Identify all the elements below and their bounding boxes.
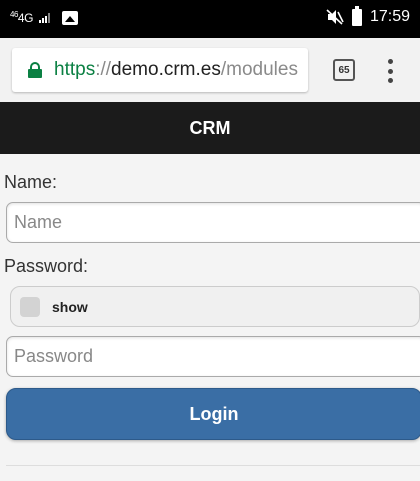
name-label: Name: <box>4 172 58 192</box>
show-password-toggle[interactable]: show <box>10 286 420 327</box>
show-label: show <box>52 298 88 315</box>
login-label: Login <box>189 403 239 424</box>
show-password-checkbox[interactable] <box>20 296 40 317</box>
url-text[interactable]: https://demo.crm.es/modules <box>54 59 298 81</box>
network-sup: 46 <box>10 10 18 19</box>
screen: 464G 17:59 https://demo.crm.es/modules 6… <box>0 0 420 481</box>
divider <box>6 465 420 466</box>
login-button[interactable]: Login <box>6 388 420 440</box>
status-time: 17:59 <box>369 8 410 25</box>
name-input[interactable] <box>6 202 420 243</box>
tab-count: 65 <box>338 64 350 76</box>
app-header: CRM <box>0 102 420 154</box>
url-separator: :// <box>95 59 112 80</box>
network-type: 464G <box>10 10 33 25</box>
password-input[interactable] <box>6 336 420 377</box>
status-left: 464G <box>10 10 78 25</box>
signal-icon <box>38 12 50 23</box>
gallery-notification-icon <box>61 10 78 25</box>
url-scheme: https <box>54 59 96 80</box>
browser-toolbar: https://demo.crm.es/modules 65 <box>0 38 420 102</box>
address-bar[interactable]: https://demo.crm.es/modules <box>12 48 308 92</box>
battery-icon <box>351 5 362 26</box>
network-label: 4G <box>17 11 34 25</box>
url-path: /modules <box>220 59 298 80</box>
status-bar: 464G 17:59 <box>0 0 420 38</box>
url-host: demo.crm.es <box>111 59 221 80</box>
lock-icon[interactable] <box>28 62 42 78</box>
status-right: 17:59 <box>326 5 410 26</box>
more-menu-icon[interactable] <box>385 59 395 83</box>
password-label: Password: <box>4 256 89 276</box>
login-form: Name: Password: show Login <box>0 154 420 481</box>
tabs-icon[interactable]: 65 <box>333 59 355 81</box>
page-title: CRM <box>189 117 231 138</box>
mute-icon <box>326 9 344 25</box>
